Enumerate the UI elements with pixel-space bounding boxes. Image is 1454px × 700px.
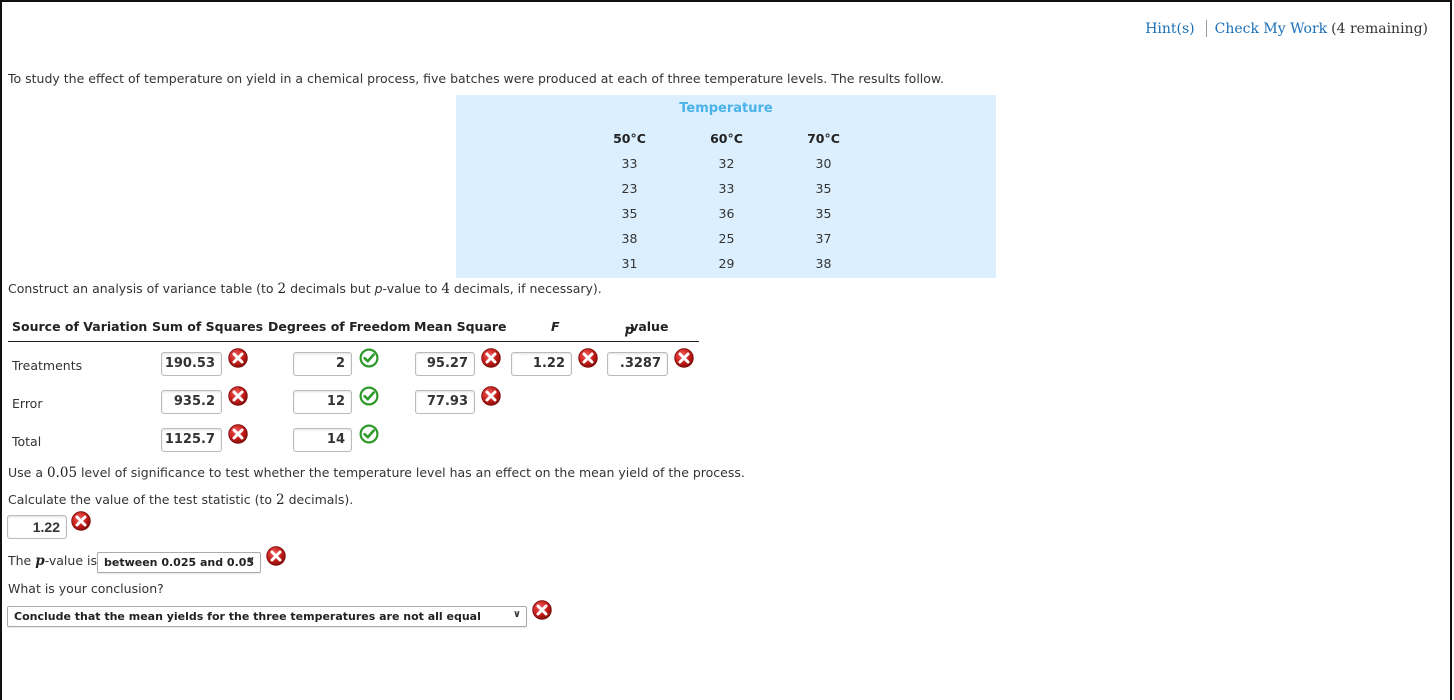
total-ss-input[interactable]: 1125.7: [161, 428, 222, 452]
header-p-value: p -value: [625, 319, 669, 337]
header-mean-square: Mean Square: [414, 319, 507, 334]
header-links: Hint(s) Check My Work (4 remaining): [1145, 20, 1428, 37]
instruction-text: Construct an analysis of variance table …: [8, 281, 278, 296]
treatments-p-value-input[interactable]: .3287: [607, 352, 668, 376]
table-cell: 37: [815, 231, 832, 246]
treatments-ms-input[interactable]: 95.27: [415, 352, 475, 376]
table-cell: 38: [621, 231, 638, 246]
incorrect-icon: [674, 348, 694, 368]
instruction-text: Calculate the value of the test statisti…: [8, 492, 277, 507]
table-cell: 35: [815, 206, 832, 221]
column-header: 50°C: [613, 131, 646, 146]
test-statistic-instruction: Calculate the value of the test statisti…: [8, 492, 353, 508]
hints-link[interactable]: Hint(s): [1145, 21, 1194, 37]
decimals-number: 2: [276, 492, 285, 508]
table-cell: 38: [815, 256, 832, 271]
problem-intro: To study the effect of temperature on yi…: [8, 71, 944, 86]
table-cell: 35: [815, 181, 832, 196]
p-value-prompt: The p-value is: [8, 553, 97, 569]
instruction-text: decimals).: [284, 492, 354, 507]
incorrect-icon: [71, 511, 91, 531]
table-cell: 33: [621, 156, 638, 171]
table-cell: 32: [718, 156, 735, 171]
treatments-f-input[interactable]: 1.22: [511, 352, 572, 376]
correct-check-icon: [359, 386, 379, 406]
incorrect-icon: [266, 546, 286, 566]
incorrect-icon: [532, 600, 552, 620]
conclusion-select[interactable]: Conclude that the mean yields for the th…: [7, 606, 527, 627]
check-my-work-link[interactable]: Check My Work: [1215, 21, 1328, 37]
incorrect-icon: [481, 386, 501, 406]
correct-check-icon: [359, 348, 379, 368]
instruction-text: -value to: [382, 281, 442, 296]
instruction-text: -value is: [44, 553, 97, 568]
table-row: 33 32 30: [581, 151, 872, 176]
column-header: 60°C: [710, 131, 743, 146]
incorrect-icon: [228, 386, 248, 406]
anova-table-header: Source of Variation Sum of Squares Degre…: [8, 316, 699, 342]
p-symbol: p: [374, 281, 383, 296]
yield-table: 50°C 60°C 70°C 33 32 30 23 33 35 35 36 3…: [581, 126, 872, 276]
error-ss-input[interactable]: 935.2: [161, 390, 222, 414]
instruction-text: decimals but: [286, 281, 375, 296]
decimals-number: 4: [441, 281, 450, 297]
header-degrees-of-freedom: Degrees of Freedom: [268, 319, 411, 334]
significance-instruction: Use a 0.05 level of significance to test…: [8, 465, 745, 481]
treatments-df-input[interactable]: 2: [293, 352, 352, 376]
p-value-selected-option: between 0.025 and 0.05: [104, 556, 255, 569]
chevron-down-icon: ∨: [512, 609, 521, 620]
table-cell: 29: [718, 256, 735, 271]
header-source: Source of Variation: [12, 319, 148, 334]
error-ms-input[interactable]: 77.93: [415, 390, 475, 414]
row-label-error: Error: [12, 396, 43, 411]
correct-check-icon: [359, 424, 379, 444]
p-symbol: p: [35, 553, 45, 569]
attempts-remaining: (4 remaining): [1331, 20, 1428, 37]
data-table-caption: Temperature: [679, 101, 773, 116]
table-cell: 23: [621, 181, 638, 196]
table-row: 35 36 35: [581, 201, 872, 226]
incorrect-icon: [228, 424, 248, 444]
decimals-number: 2: [277, 281, 287, 297]
p-symbol: p: [625, 322, 634, 337]
incorrect-icon: [228, 348, 248, 368]
treatments-ss-input[interactable]: 190.53: [161, 352, 222, 376]
test-statistic-input[interactable]: 1.22: [7, 515, 67, 539]
total-df-input[interactable]: 14: [293, 428, 352, 452]
table-row: 23 33 35: [581, 176, 872, 201]
temperature-data-table: Temperature 50°C 60°C 70°C 33 32 30 23 3…: [456, 95, 996, 278]
incorrect-icon: [578, 348, 598, 368]
row-label-treatments: Treatments: [12, 358, 83, 373]
header-sum-of-squares: Sum of Squares: [152, 319, 264, 334]
header-f: F: [551, 319, 560, 334]
table-cell: 33: [718, 181, 735, 196]
table-row: 38 25 37: [581, 226, 872, 251]
instruction-text: Use a: [8, 465, 47, 480]
p-value-select[interactable]: between 0.025 and 0.05 ∨: [97, 552, 261, 573]
chevron-down-icon: ∨: [246, 555, 255, 566]
instruction-text: decimals, if necessary).: [449, 281, 602, 296]
incorrect-icon: [481, 348, 501, 368]
table-cell: 30: [815, 156, 832, 171]
conclusion-question: What is your conclusion?: [8, 581, 164, 596]
alpha-value: 0.05: [46, 465, 78, 481]
table-cell: 35: [621, 206, 638, 221]
instruction-text: The: [8, 553, 36, 568]
anova-instruction: Construct an analysis of variance table …: [8, 281, 602, 297]
table-row: 31 29 38: [581, 251, 872, 276]
column-header: 70°C: [807, 131, 840, 146]
table-cell: 31: [621, 256, 638, 271]
instruction-text: level of significance to test whether th…: [77, 465, 745, 480]
link-divider: [1205, 20, 1207, 37]
table-cell: 25: [718, 231, 735, 246]
conclusion-selected-option: Conclude that the mean yields for the th…: [14, 610, 481, 623]
row-label-total: Total: [12, 434, 42, 449]
table-cell: 36: [718, 206, 735, 221]
error-df-input[interactable]: 12: [293, 390, 352, 414]
